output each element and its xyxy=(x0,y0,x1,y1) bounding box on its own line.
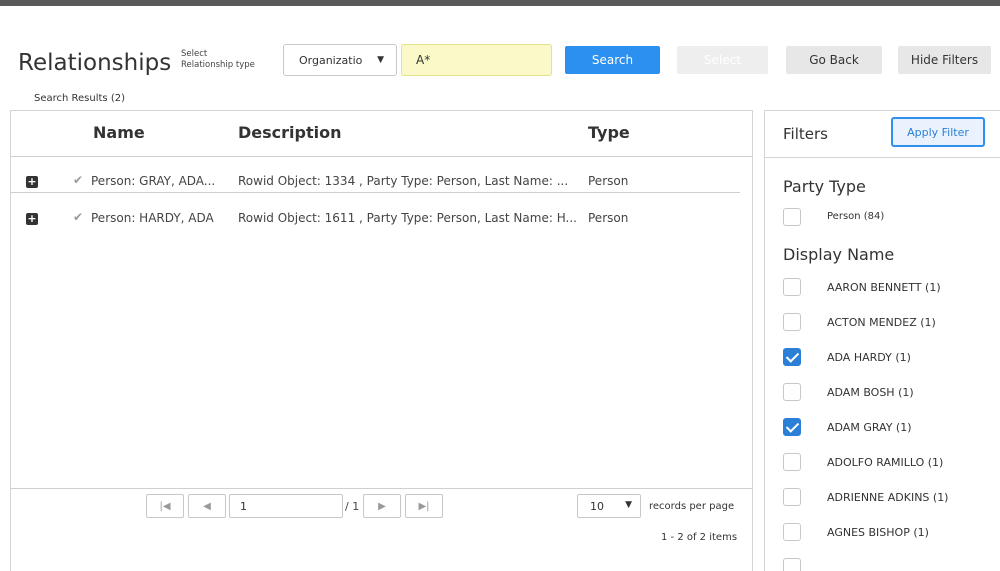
filter-item-label: ADOLFO RAMILLO (1) xyxy=(827,456,944,469)
header: Relationships Select Relationship type O… xyxy=(0,40,1000,90)
filter-item-label: ADA HARDY (1) xyxy=(827,351,911,364)
row-divider xyxy=(11,192,740,193)
row-name: Person: HARDY, ADA xyxy=(91,211,214,225)
records-per-page-label: records per page xyxy=(649,501,735,512)
search-input[interactable] xyxy=(401,44,552,76)
page-total: / 1 xyxy=(345,500,360,513)
checkbox[interactable] xyxy=(783,453,801,471)
chevron-down-icon: ▼ xyxy=(377,55,384,65)
row-type: Person xyxy=(588,174,629,188)
filter-item-label: Person (84) xyxy=(827,211,885,222)
checkbox[interactable] xyxy=(783,558,801,571)
relationship-type-label-line1: Select xyxy=(181,49,208,59)
row-name: Person: GRAY, ADA... xyxy=(91,174,216,188)
header-divider xyxy=(11,156,752,157)
select-button[interactable]: Select xyxy=(677,46,768,74)
apply-filter-button[interactable]: Apply Filter xyxy=(891,117,985,147)
filter-item-label: AARON BENNETT (1) xyxy=(827,281,941,294)
pager-divider xyxy=(11,488,752,489)
relationship-type-value: Organization xyxy=(299,54,363,67)
filters-title: Filters xyxy=(783,125,828,143)
checkbox-checked[interactable] xyxy=(783,418,801,436)
prev-page-icon[interactable]: ◀ xyxy=(188,494,226,518)
column-header-name[interactable]: Name xyxy=(93,123,145,142)
checkbox-checked[interactable] xyxy=(783,348,801,366)
last-page-icon[interactable]: ▶| xyxy=(405,494,443,518)
checkbox[interactable] xyxy=(783,523,801,541)
relationship-type-select[interactable]: Organization ▼ xyxy=(283,44,397,76)
next-page-icon[interactable]: ▶ xyxy=(363,494,401,518)
relationship-type-label: Select Relationship type xyxy=(181,49,255,71)
records-per-page-value: 10 xyxy=(590,500,604,513)
chevron-down-icon: ▼ xyxy=(625,500,632,510)
party-type-title: Party Type xyxy=(783,177,866,196)
page-title: Relationships xyxy=(18,50,172,76)
row-description: Rowid Object: 1334 , Party Type: Person,… xyxy=(238,174,569,188)
checkbox[interactable] xyxy=(783,313,801,331)
checkmark-icon: ✔ xyxy=(73,210,84,224)
checkbox[interactable] xyxy=(783,208,801,226)
hide-filters-button[interactable]: Hide Filters xyxy=(898,46,991,74)
records-per-page-select[interactable]: 10 ▼ xyxy=(577,494,641,518)
expand-icon[interactable]: + xyxy=(26,213,38,225)
page-number-input[interactable] xyxy=(229,494,343,518)
search-button[interactable]: Search xyxy=(565,46,660,74)
table-row[interactable]: + ✔ Person: HARDY, ADA Rowid Object: 161… xyxy=(11,200,752,234)
filter-item-label: ACTON MENDEZ (1) xyxy=(827,316,936,329)
column-header-type[interactable]: Type xyxy=(588,123,630,142)
row-description: Rowid Object: 1611 , Party Type: Person,… xyxy=(238,211,577,225)
filter-item-label: ADAM BOSH (1) xyxy=(827,386,914,399)
checkbox[interactable] xyxy=(783,488,801,506)
items-count: 1 - 2 of 2 items xyxy=(661,532,738,543)
top-bar xyxy=(0,0,1000,6)
first-page-icon[interactable]: |◀ xyxy=(146,494,184,518)
checkbox[interactable] xyxy=(783,278,801,296)
filter-item-label: ADAM GRAY (1) xyxy=(827,421,912,434)
row-type: Person xyxy=(588,211,629,225)
search-results-count: Search Results (2) xyxy=(34,93,125,104)
go-back-button[interactable]: Go Back xyxy=(786,46,882,74)
display-name-title: Display Name xyxy=(783,245,895,264)
checkmark-icon: ✔ xyxy=(73,173,84,187)
column-header-description[interactable]: Description xyxy=(238,123,341,142)
filter-item-label: AGNES BISHOP (1) xyxy=(827,526,929,539)
results-panel: Name Description Type + ✔ Person: GRAY, … xyxy=(10,110,753,571)
filter-item-label: ADRIENNE ADKINS (1) xyxy=(827,491,949,504)
filters-divider xyxy=(765,157,1000,158)
filters-panel: Filters Apply Filter Party Type Person (… xyxy=(764,110,1000,571)
expand-icon[interactable]: + xyxy=(26,176,38,188)
relationship-type-label-line2: Relationship type xyxy=(181,60,255,70)
checkbox[interactable] xyxy=(783,383,801,401)
